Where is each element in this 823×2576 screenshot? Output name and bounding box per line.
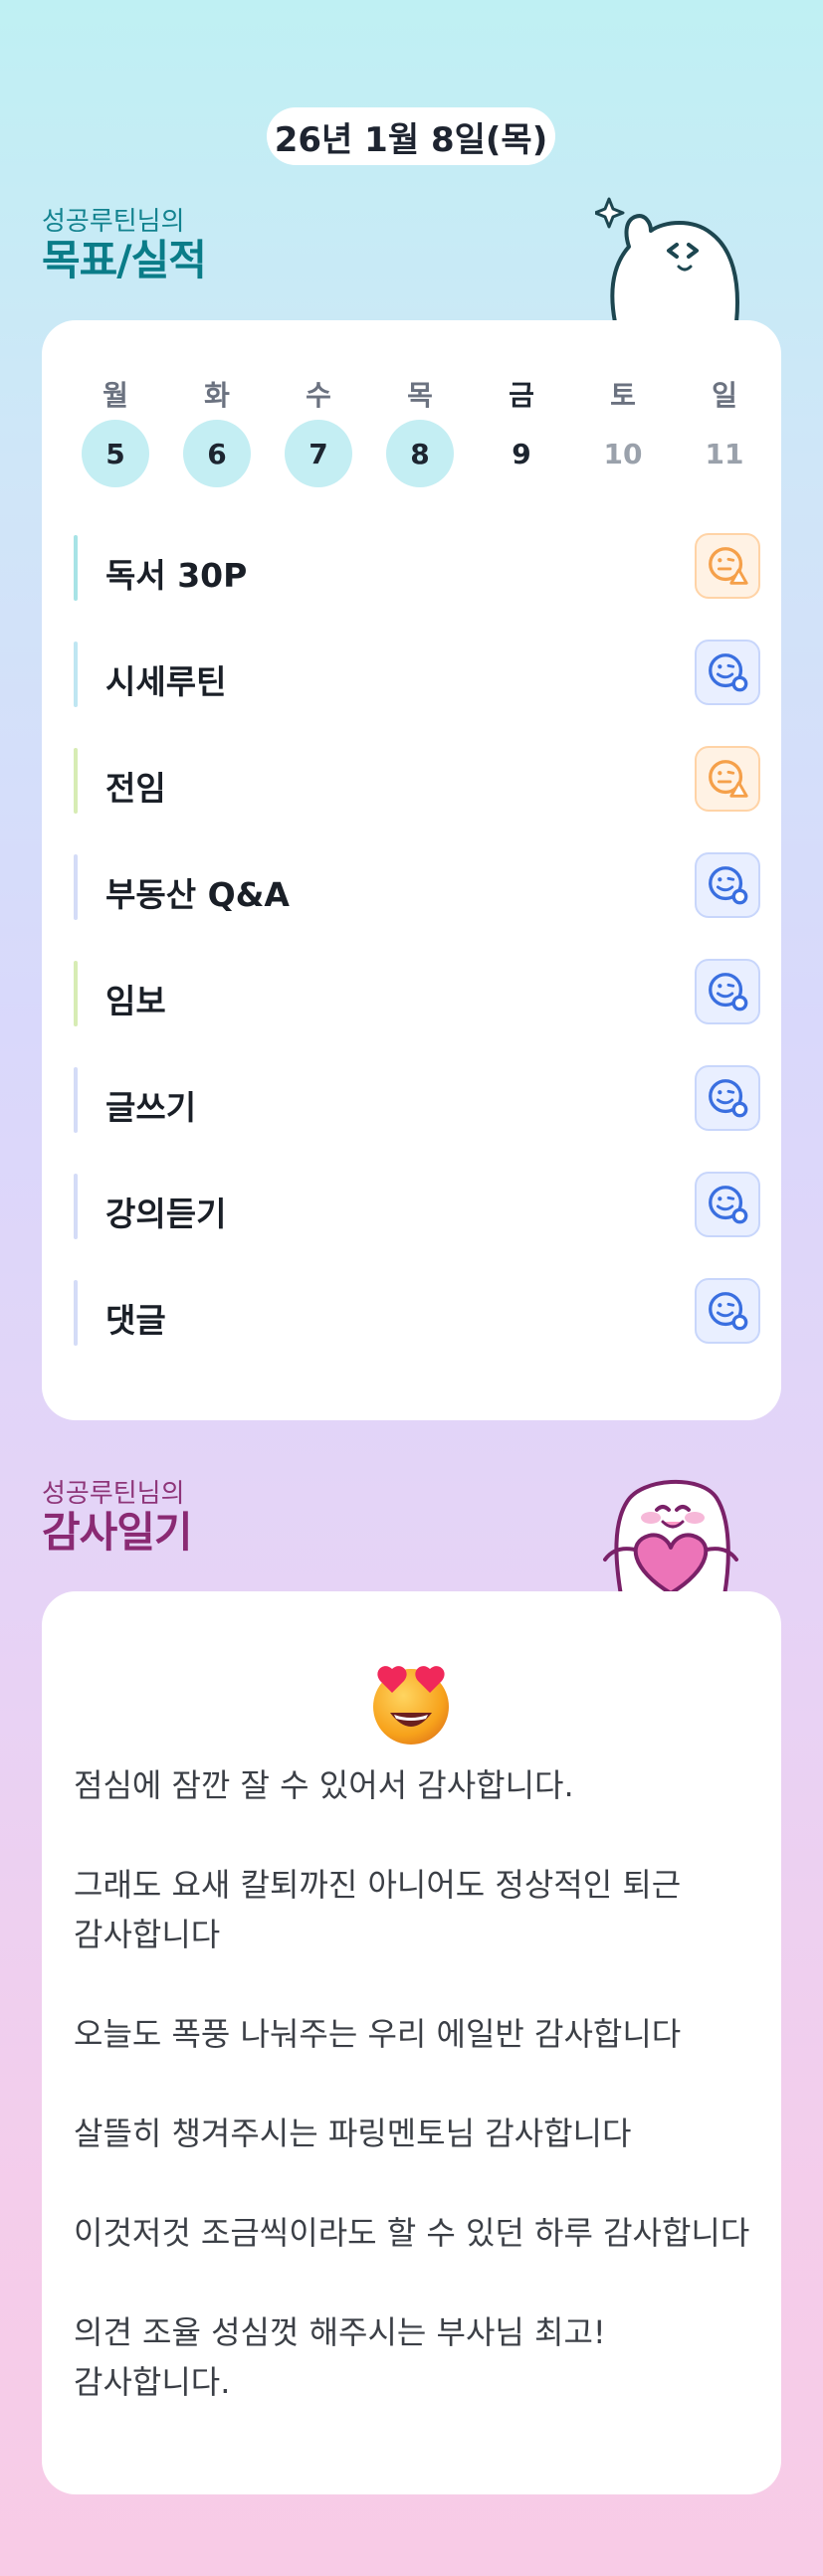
task-item[interactable]: 댓글 <box>74 1276 760 1348</box>
gratitude-entry: 점심에 잠깐 잘 수 있어서 감사합니다. <box>74 1766 574 1804</box>
gratitude-entry: 그래도 요새 칼퇴까진 아니어도 정상적인 퇴근 감사합니다 <box>74 1866 682 1953</box>
task-label: 강의듣기 <box>105 1195 227 1233</box>
heart-eyes-emoji-icon <box>366 1659 456 1748</box>
task-color-bar <box>74 1174 78 1239</box>
mascot-cheer-illustration <box>595 197 739 322</box>
task-label: 전임 <box>105 769 166 808</box>
task-item[interactable]: 글쓰기 <box>74 1063 760 1135</box>
gratitude-entry: 오늘도 폭풍 나눠주는 우리 에일반 감사합니다 <box>74 2015 682 2053</box>
goals-title: 목표/실적 <box>42 236 207 284</box>
smile-circle-icon[interactable] <box>695 1278 760 1344</box>
task-item[interactable]: 시세루틴 <box>74 638 760 709</box>
smile-circle-icon[interactable] <box>695 1172 760 1237</box>
week-strip: 월 5 화 6 수 7 목 8 금 9 토 10 일 11 <box>82 374 743 487</box>
task-label: 부동산 Q&A <box>105 875 290 914</box>
task-label: 독서 30P <box>105 556 248 595</box>
task-label: 시세루틴 <box>105 662 227 701</box>
day-name: 토 <box>610 379 636 412</box>
task-item[interactable]: 전임 <box>74 744 760 816</box>
task-item[interactable]: 부동산 Q&A <box>74 850 760 922</box>
day-name: 일 <box>712 379 737 412</box>
mascot-heart-illustration <box>603 1479 738 1595</box>
task-label: 글쓰기 <box>105 1088 197 1127</box>
smile-circle-icon[interactable] <box>695 852 760 918</box>
day-date: 6 <box>183 420 251 487</box>
date-header: 26년 1월 8일(목) <box>267 107 555 165</box>
day-name: 화 <box>204 379 230 412</box>
task-label: 임보 <box>105 982 166 1020</box>
task-item[interactable]: 강의듣기 <box>74 1170 760 1241</box>
task-color-bar <box>74 748 78 814</box>
gratitude-card: 점심에 잠깐 잘 수 있어서 감사합니다. 그래도 요새 칼퇴까진 아니어도 정… <box>42 1591 781 2494</box>
day-date: 10 <box>603 437 643 470</box>
day-date: 7 <box>285 420 352 487</box>
smile-circle-icon[interactable] <box>695 959 760 1024</box>
day-name: 금 <box>509 379 534 412</box>
gratitude-entry: 이것저것 조금씩이라도 할 수 있던 하루 감사합니다 <box>74 2214 750 2252</box>
goals-subtitle: 성공루틴님의 <box>42 207 185 237</box>
task-color-bar <box>74 642 78 707</box>
day-name: 월 <box>103 379 128 412</box>
task-color-bar <box>74 1067 78 1133</box>
task-color-bar <box>74 1280 78 1346</box>
gratitude-entry: 살뜰히 챙겨주시는 파링멘토님 감사합니다 <box>74 2115 632 2152</box>
day-date: 9 <box>512 437 531 470</box>
task-item[interactable]: 임보 <box>74 957 760 1028</box>
day-name: 목 <box>407 379 433 412</box>
gratitude-entries: 점심에 잠깐 잘 수 있어서 감사합니다. 그래도 요새 칼퇴까진 아니어도 정… <box>74 1760 750 2457</box>
day-date: 5 <box>82 420 149 487</box>
goals-section-header: 성공루틴님의 목표/실적 <box>42 207 207 284</box>
day-name: 수 <box>306 379 331 412</box>
goals-card: 월 5 화 6 수 7 목 8 금 9 토 10 일 11 독서 30P 시세루… <box>42 320 781 1420</box>
task-item[interactable]: 독서 30P <box>74 531 760 603</box>
smile-circle-icon[interactable] <box>695 640 760 705</box>
thanks-title: 감사일기 <box>42 1508 193 1557</box>
task-color-bar <box>74 535 78 601</box>
task-color-bar <box>74 854 78 920</box>
smile-circle-icon[interactable] <box>695 1065 760 1131</box>
day-date: 8 <box>386 420 454 487</box>
smile-triangle-icon[interactable] <box>695 746 760 812</box>
gratitude-entry: 의견 조율 성심껏 해주시는 부사님 최고! 감사합니다. <box>74 2313 606 2401</box>
task-label: 댓글 <box>105 1301 166 1340</box>
day-date: 11 <box>705 437 744 470</box>
thanks-section-header: 성공루틴님의 감사일기 <box>42 1479 193 1557</box>
task-color-bar <box>74 961 78 1026</box>
thanks-subtitle: 성공루틴님의 <box>42 1479 185 1509</box>
smile-triangle-icon[interactable] <box>695 533 760 599</box>
